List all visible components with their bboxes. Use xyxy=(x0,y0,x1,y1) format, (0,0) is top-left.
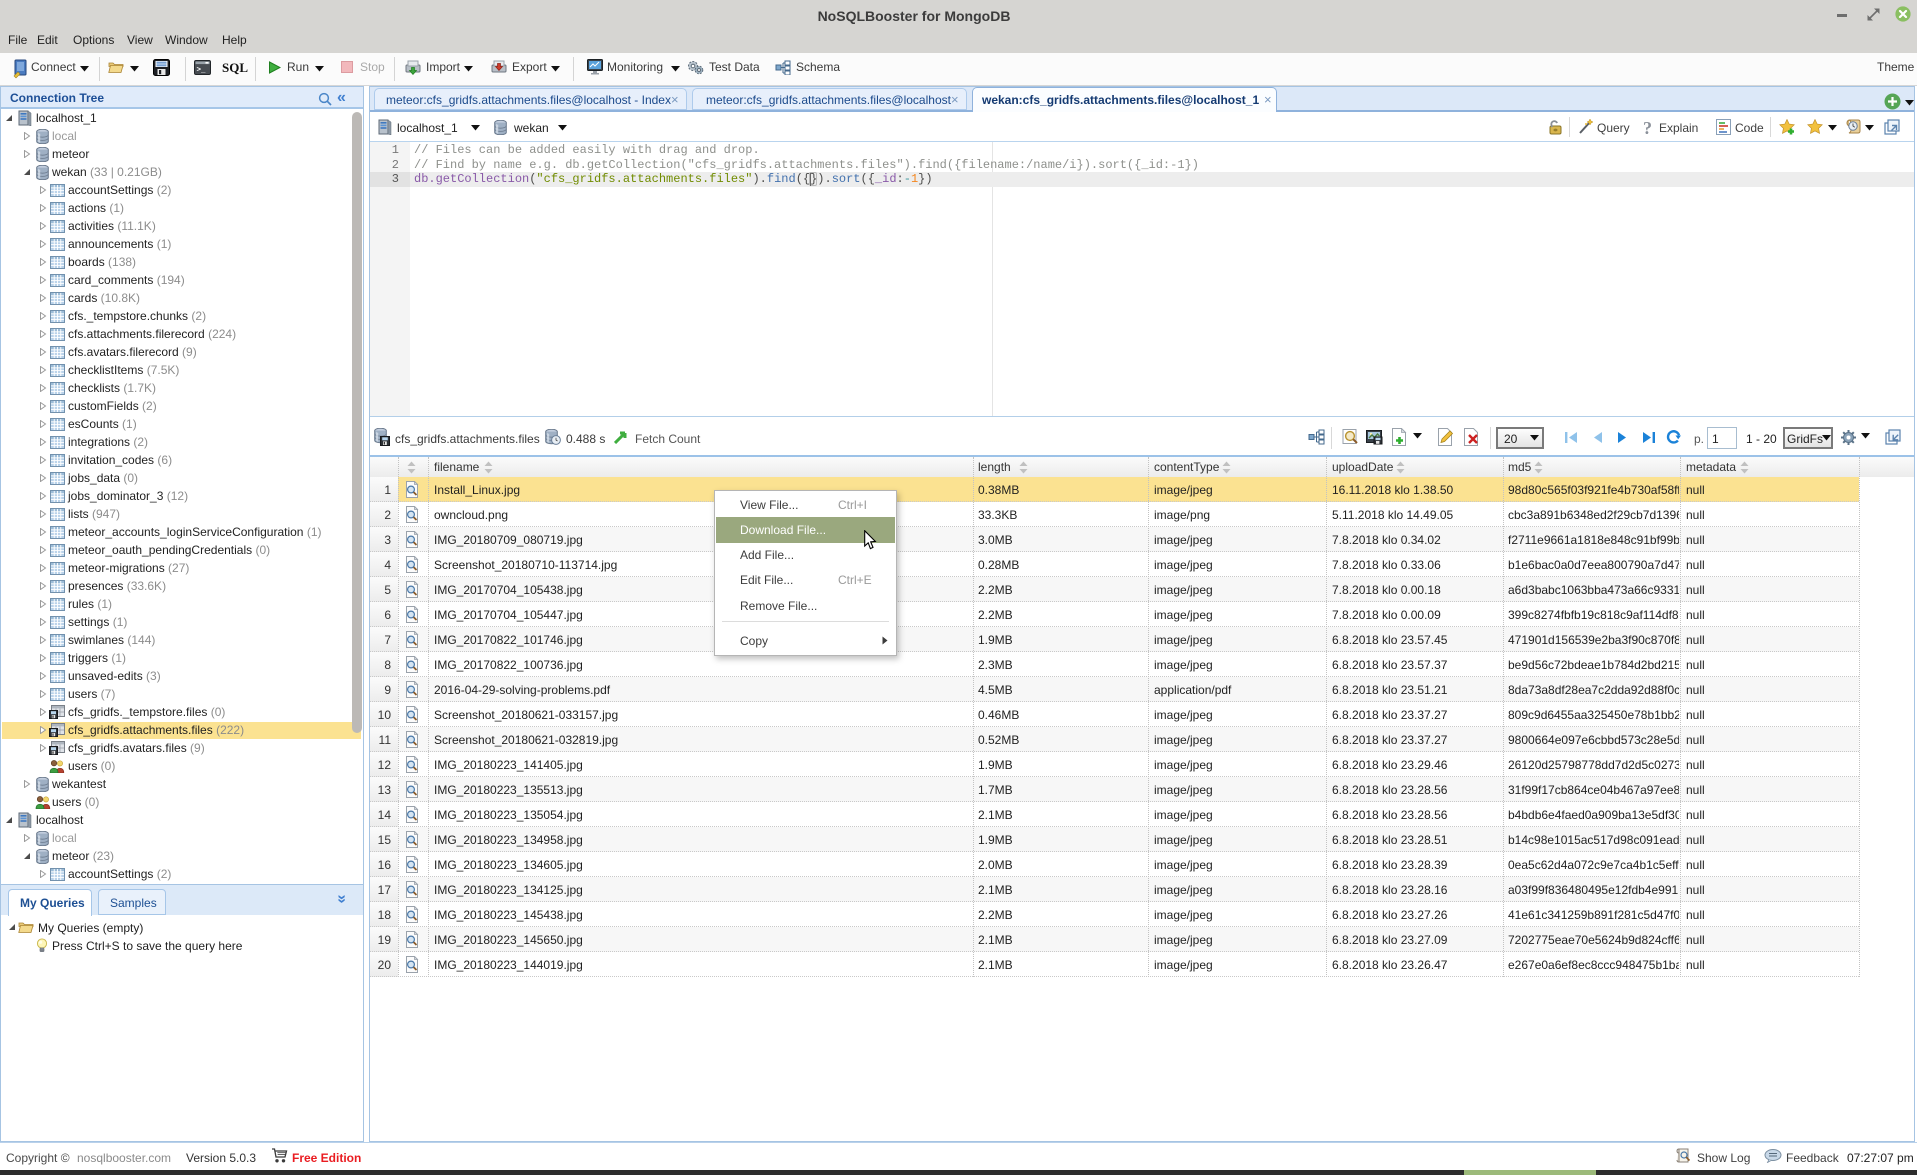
svg-text:>_: >_ xyxy=(197,67,207,75)
